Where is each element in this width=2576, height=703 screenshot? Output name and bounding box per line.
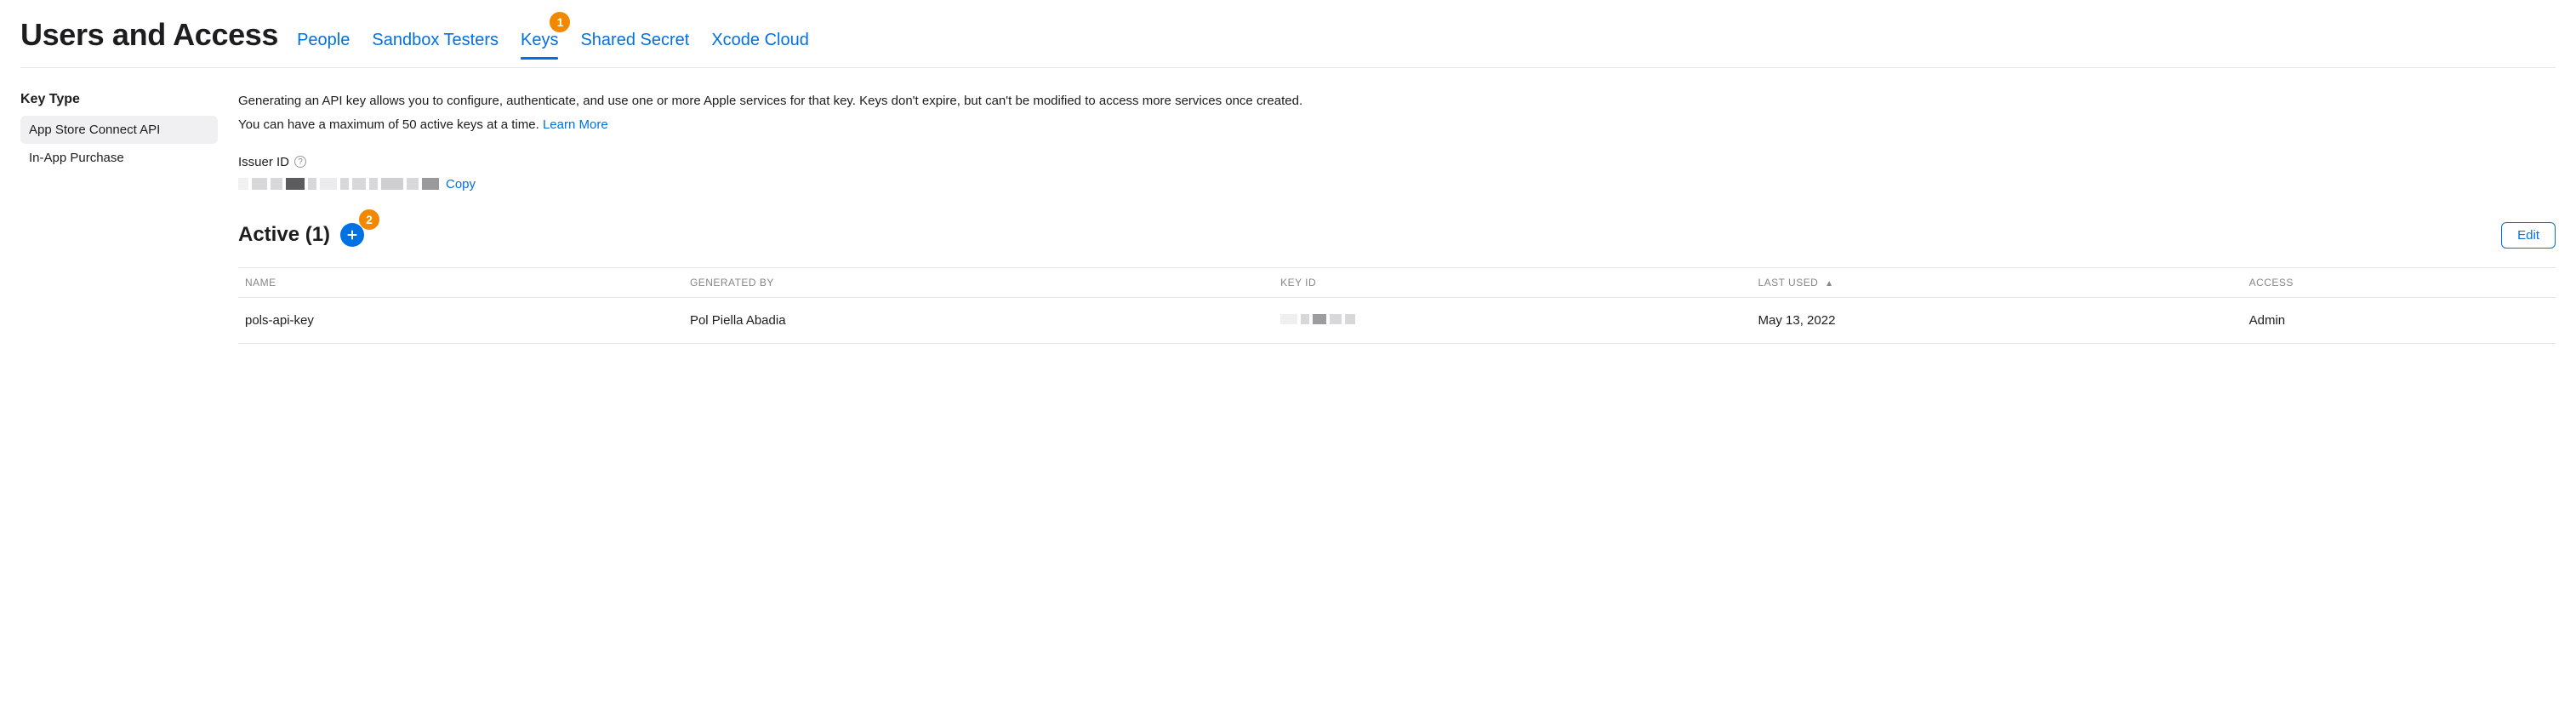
main-content: Generating an API key allows you to conf…	[238, 92, 2556, 344]
keys-table: NAME GENERATED BY KEY ID LAST USED ▲ ACC…	[238, 267, 2556, 344]
column-header-key-id[interactable]: KEY ID	[1274, 267, 1751, 297]
page-title: Users and Access	[20, 17, 278, 53]
sidebar-item-in-app-purchase[interactable]: In-App Purchase	[20, 144, 218, 172]
description-line-2: You can have a maximum of 50 active keys…	[238, 116, 2556, 134]
description-line-2-text: You can have a maximum of 50 active keys…	[238, 117, 543, 132]
cell-generated-by: Pol Piella Abadia	[683, 297, 1274, 343]
column-header-last-used-label: LAST USED	[1758, 277, 1819, 289]
step-badge-2: 2	[359, 209, 379, 230]
issuer-id-label: Issuer ID ?	[238, 155, 306, 169]
cell-access: Admin	[2243, 297, 2556, 343]
sort-asc-icon: ▲	[1825, 279, 1833, 289]
add-key-button[interactable]: 2	[340, 223, 364, 247]
issuer-id-value-redacted	[238, 178, 439, 190]
tab-keys-label: Keys	[521, 31, 558, 49]
tab-sandbox-testers[interactable]: Sandbox Testers	[372, 31, 499, 59]
edit-button[interactable]: Edit	[2501, 222, 2556, 249]
cell-last-used: May 13, 2022	[1752, 297, 2243, 343]
tab-keys[interactable]: Keys 1	[521, 31, 558, 59]
column-header-access[interactable]: ACCESS	[2243, 267, 2556, 297]
column-header-name[interactable]: NAME	[238, 267, 683, 297]
cell-name: pols-api-key	[238, 297, 683, 343]
tab-xcode-cloud[interactable]: Xcode Cloud	[711, 31, 809, 59]
copy-issuer-id-link[interactable]: Copy	[446, 177, 476, 191]
header-tabs: People Sandbox Testers Keys 1 Shared Sec…	[297, 31, 809, 59]
plus-icon	[345, 228, 359, 242]
key-id-redacted	[1280, 314, 1355, 324]
help-icon[interactable]: ?	[294, 156, 306, 168]
sidebar-title: Key Type	[20, 92, 218, 107]
description-line-1: Generating an API key allows you to conf…	[238, 92, 2556, 111]
sidebar: Key Type App Store Connect API In-App Pu…	[20, 92, 218, 344]
cell-key-id	[1274, 297, 1751, 343]
step-badge-1: 1	[550, 12, 570, 32]
issuer-id-label-text: Issuer ID	[238, 155, 289, 169]
tab-people[interactable]: People	[297, 31, 350, 59]
column-header-generated-by[interactable]: GENERATED BY	[683, 267, 1274, 297]
table-row[interactable]: pols-api-key Pol Piella Abadia May 13, 2…	[238, 297, 2556, 343]
sidebar-item-app-store-connect-api[interactable]: App Store Connect API	[20, 116, 218, 144]
learn-more-link[interactable]: Learn More	[543, 117, 608, 132]
active-section-title: Active (1)	[238, 223, 330, 247]
column-header-last-used[interactable]: LAST USED ▲	[1752, 267, 2243, 297]
tab-shared-secret[interactable]: Shared Secret	[580, 31, 689, 59]
